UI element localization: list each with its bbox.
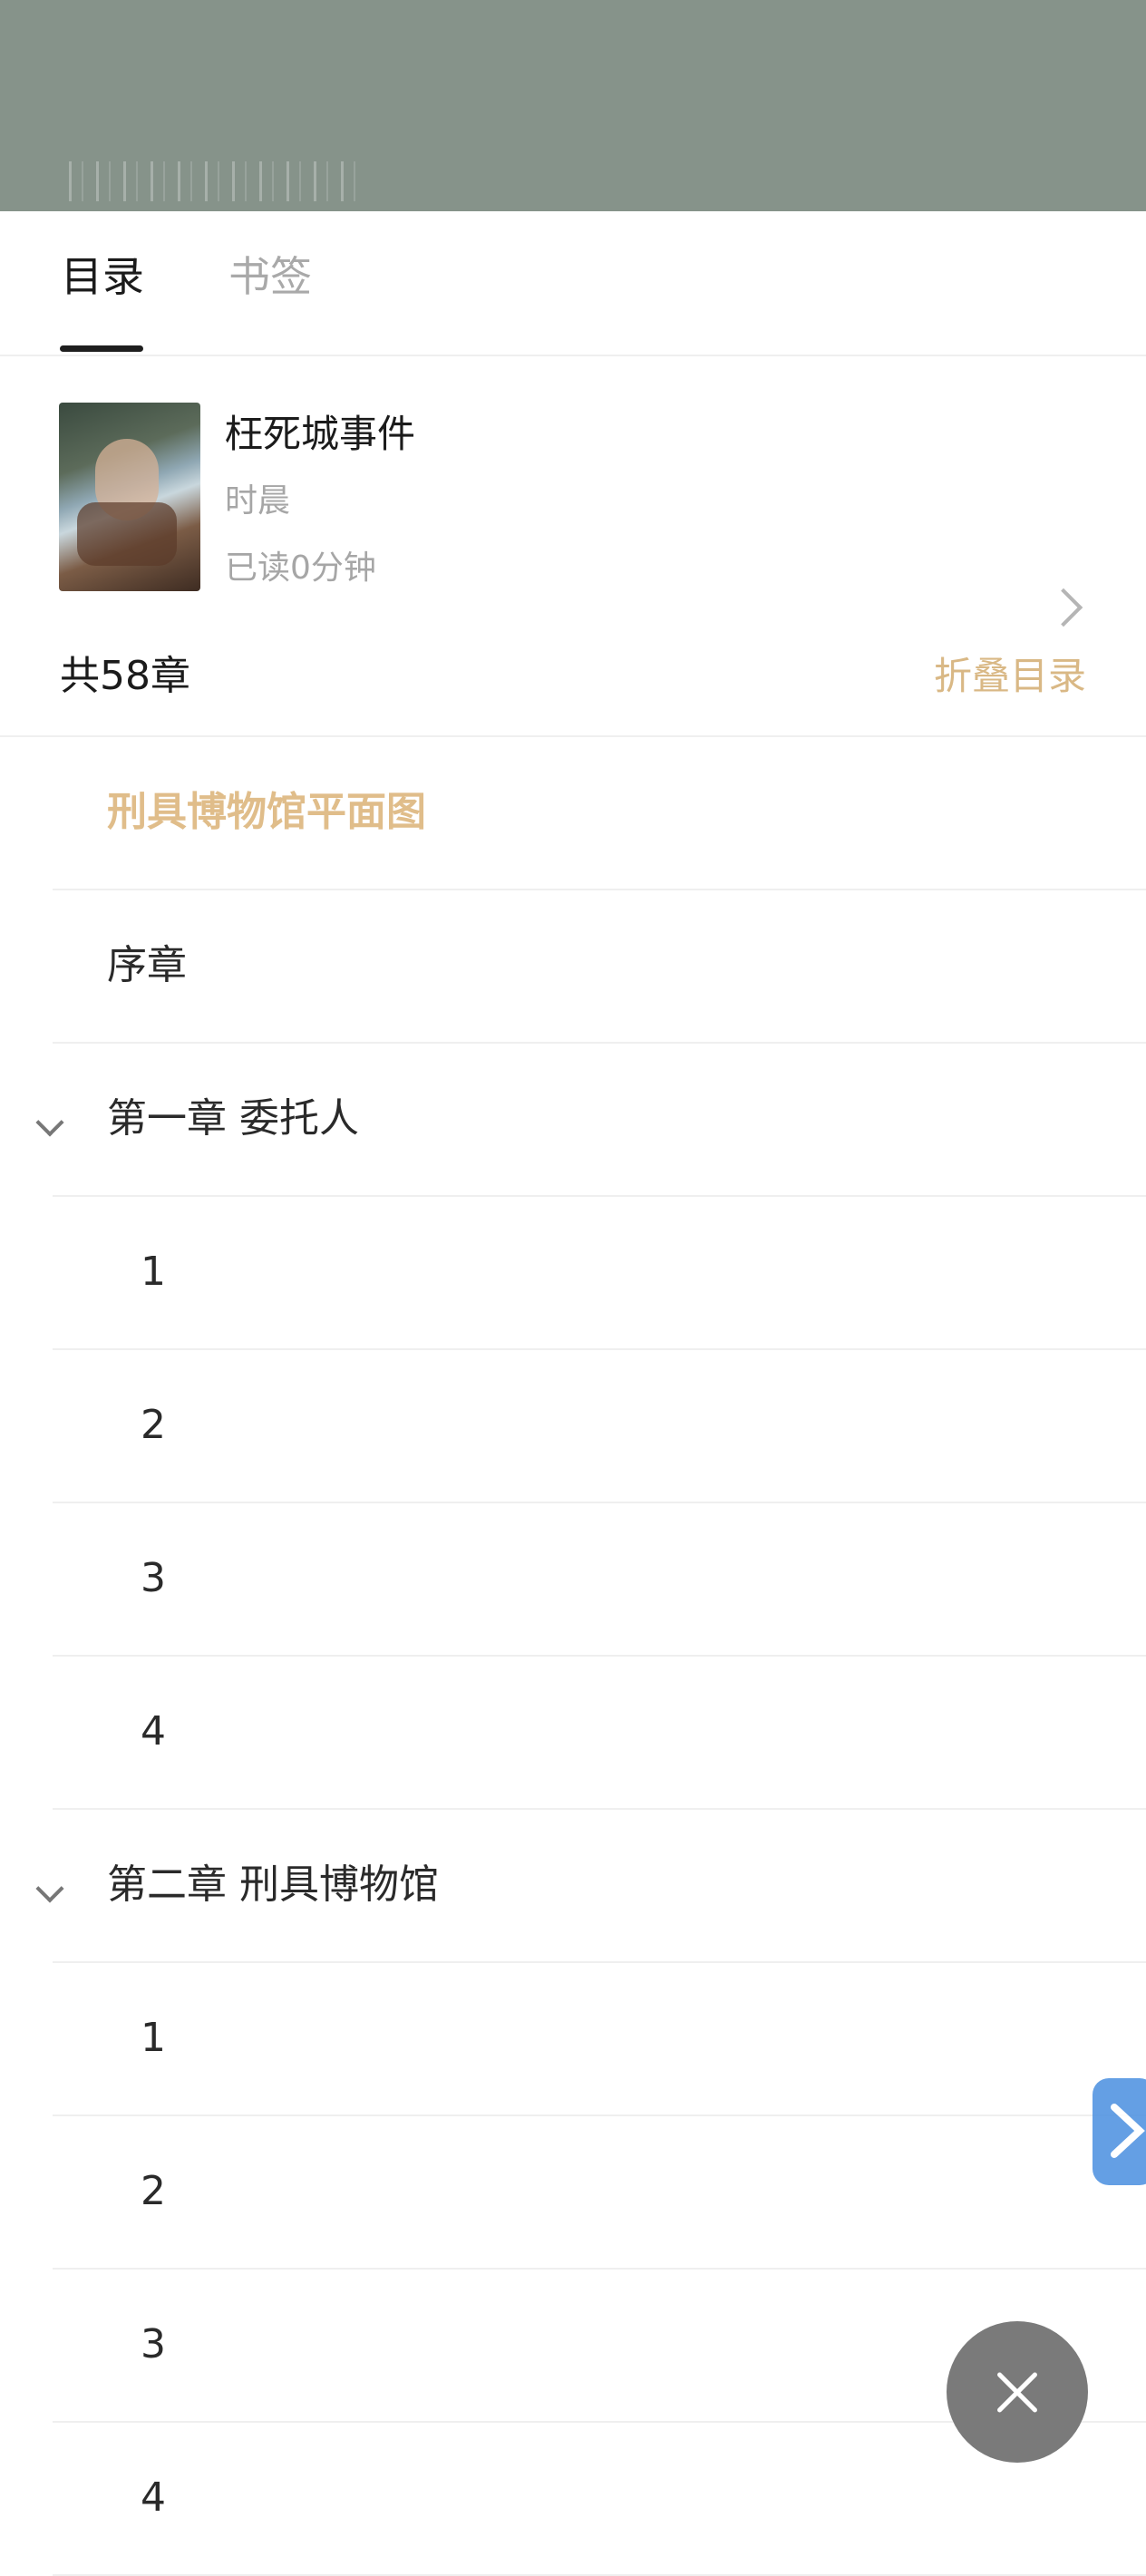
toc-item[interactable]: 第一章 委托人 (0, 1044, 1146, 1197)
toc-item-label: 第一章 委托人 (107, 1095, 359, 1142)
toc-item-label: 3 (141, 1555, 166, 1601)
chevron-down-icon[interactable] (35, 1108, 64, 1137)
book-title: 枉死城事件 (225, 412, 416, 456)
toc-item-label: 3 (141, 2321, 166, 2367)
reader-background (0, 0, 1146, 211)
book-cover (59, 403, 200, 591)
book-author: 时晨 (225, 482, 291, 520)
toc-item[interactable]: 第二章 刑具博物馆 (0, 1810, 1146, 1963)
toc-item-label: 1 (141, 1249, 166, 1295)
chevron-right-icon[interactable] (1044, 588, 1083, 627)
tab-toc[interactable]: 目录 (61, 249, 144, 304)
cover-figure-shadow (77, 502, 177, 566)
tab-bar: 目录 书签 (0, 211, 1146, 356)
fold-toc-button[interactable]: 折叠目录 (934, 649, 1086, 704)
toc-item[interactable]: 1 (0, 1197, 1146, 1350)
toc-item-label: 第二章 刑具博物馆 (107, 1862, 439, 1908)
toc-item[interactable]: 序章 (0, 890, 1146, 1044)
chevron-down-icon[interactable] (35, 1874, 64, 1903)
toc-item-label: 刑具博物馆平面图 (107, 789, 426, 835)
toc-item-label: 2 (141, 1402, 166, 1448)
toc-summary-row: 共58章 折叠目录 (0, 624, 1146, 737)
toc-item-label: 4 (141, 1708, 166, 1755)
toc-item-label: 4 (141, 2474, 166, 2521)
toc-item[interactable]: 2 (0, 2116, 1146, 2270)
page-content-preview (69, 161, 368, 201)
toc-panel: 目录 书签 枉死城事件 时晨 已读0分钟 共58章 折叠目录 刑具博物馆平面图 … (0, 211, 1146, 2576)
toc-item[interactable]: 2 (0, 1350, 1146, 1503)
floating-side-button[interactable] (1093, 2078, 1146, 2185)
toc-item-label: 1 (141, 2015, 166, 2061)
tab-bookmarks[interactable]: 书签 (228, 249, 312, 304)
chapter-count: 共58章 (60, 653, 190, 699)
toc-item[interactable]: 4 (0, 1657, 1146, 1810)
arrow-right-icon (1111, 2104, 1145, 2158)
toc-item[interactable]: 3 (0, 1503, 1146, 1657)
toc-item[interactable]: 1 (0, 1963, 1146, 2116)
toc-item[interactable]: 刑具博物馆平面图 (0, 737, 1146, 890)
toc-list: 刑具博物馆平面图 序章 第一章 委托人 1 2 3 4 第二章 刑具博物馆 1 … (0, 737, 1146, 2576)
read-time: 已读0分钟 (225, 549, 376, 587)
book-info-card[interactable]: 枉死城事件 时晨 已读0分钟 (0, 355, 1146, 627)
toc-item-label: 序章 (107, 942, 187, 988)
toc-item-label: 2 (141, 2168, 166, 2214)
active-tab-indicator (60, 345, 143, 352)
close-button[interactable] (947, 2321, 1088, 2463)
